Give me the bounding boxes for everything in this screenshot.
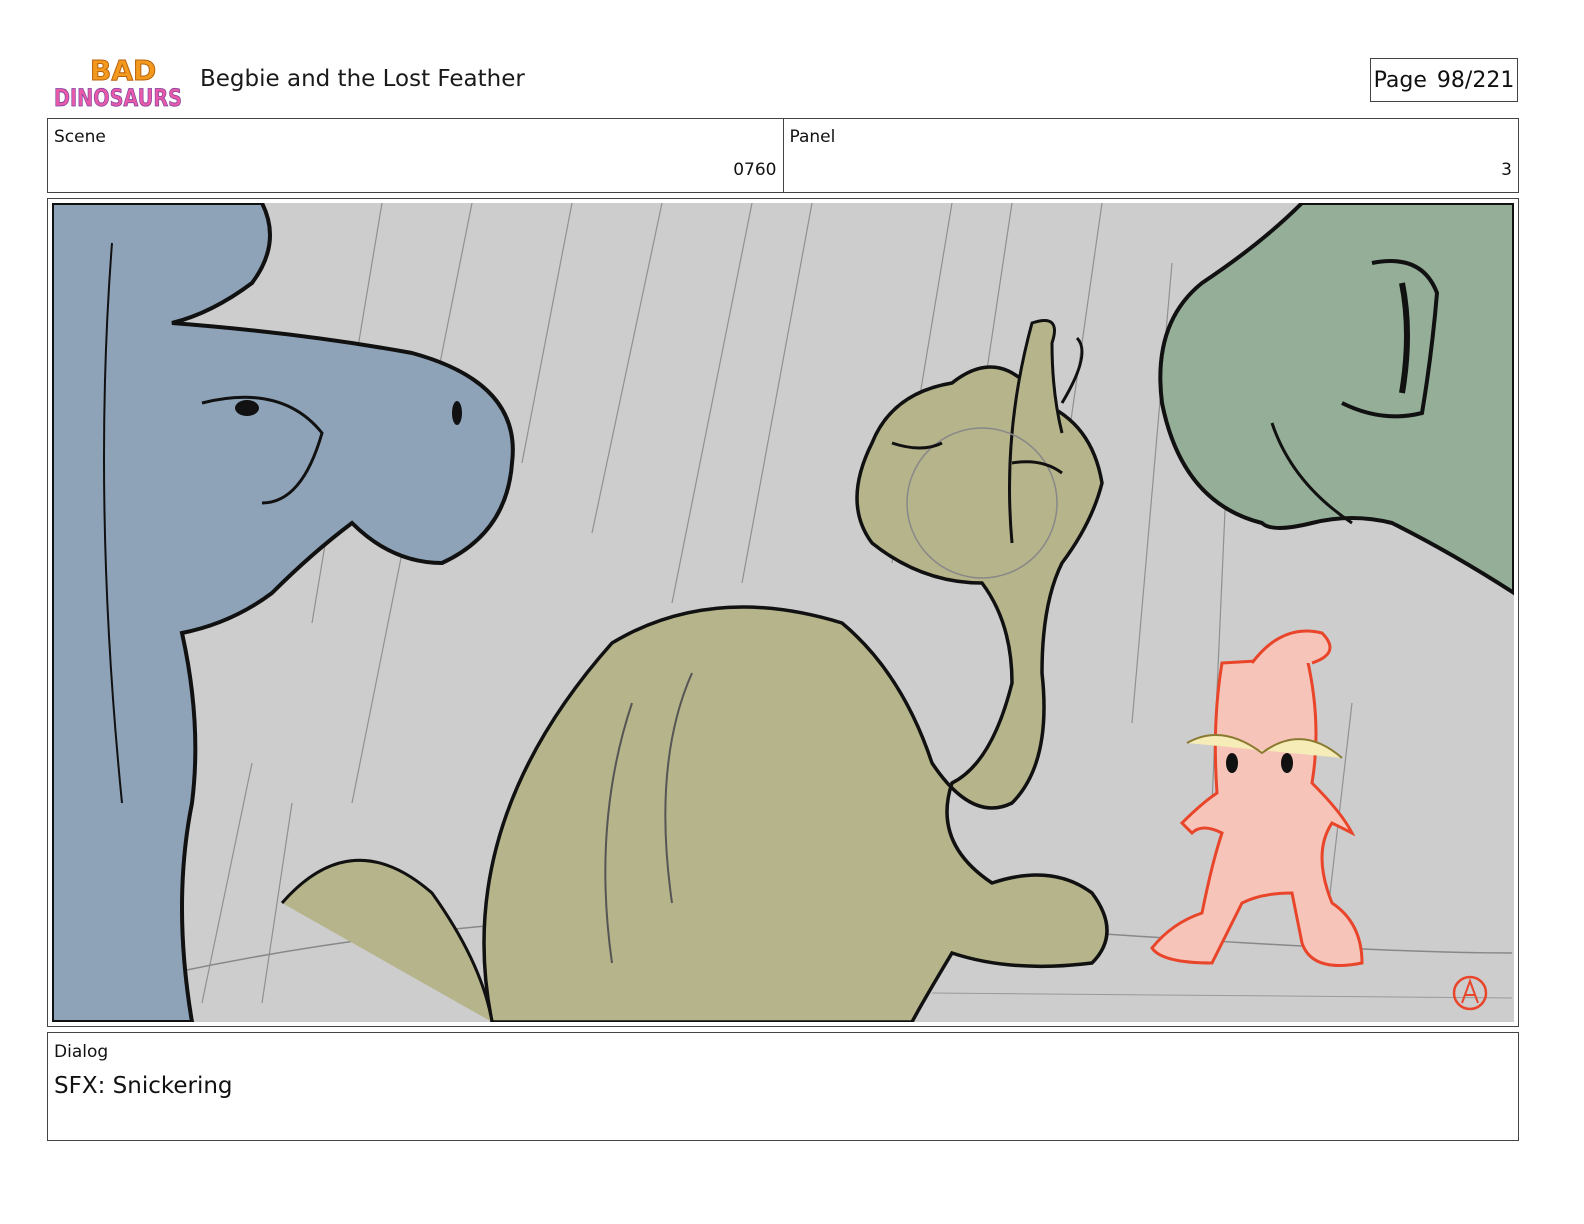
dialog-text: SFX: Snickering — [54, 1073, 233, 1099]
panel-label: Panel — [789, 127, 836, 147]
panel-cell: Panel 3 — [782, 119, 1519, 192]
scene-panel-row: Scene 0760 Panel 3 — [47, 118, 1519, 193]
storyboard-panel-drawing — [52, 203, 1514, 1022]
svg-text:DINOSAURS: DINOSAURS — [54, 84, 182, 112]
page-number: 98/221 — [1436, 67, 1515, 93]
scene-value: 0760 — [733, 160, 777, 180]
panel-value: 3 — [1501, 160, 1512, 180]
storyboard-panel-frame — [47, 198, 1519, 1027]
dialog-box: Dialog SFX: Snickering — [47, 1032, 1519, 1141]
scene-cell: Scene 0760 — [48, 119, 783, 192]
page-indicator: Page 98/221 — [1370, 58, 1518, 102]
svg-text:BAD: BAD — [90, 54, 156, 87]
bad-dinosaurs-logo: BAD DINOSAURS — [54, 54, 183, 113]
dialog-label: Dialog — [54, 1042, 109, 1062]
scene-label: Scene — [54, 127, 106, 147]
storyboard-title: Begbie and the Lost Feather — [200, 66, 525, 92]
page-label: Page — [1373, 67, 1427, 93]
